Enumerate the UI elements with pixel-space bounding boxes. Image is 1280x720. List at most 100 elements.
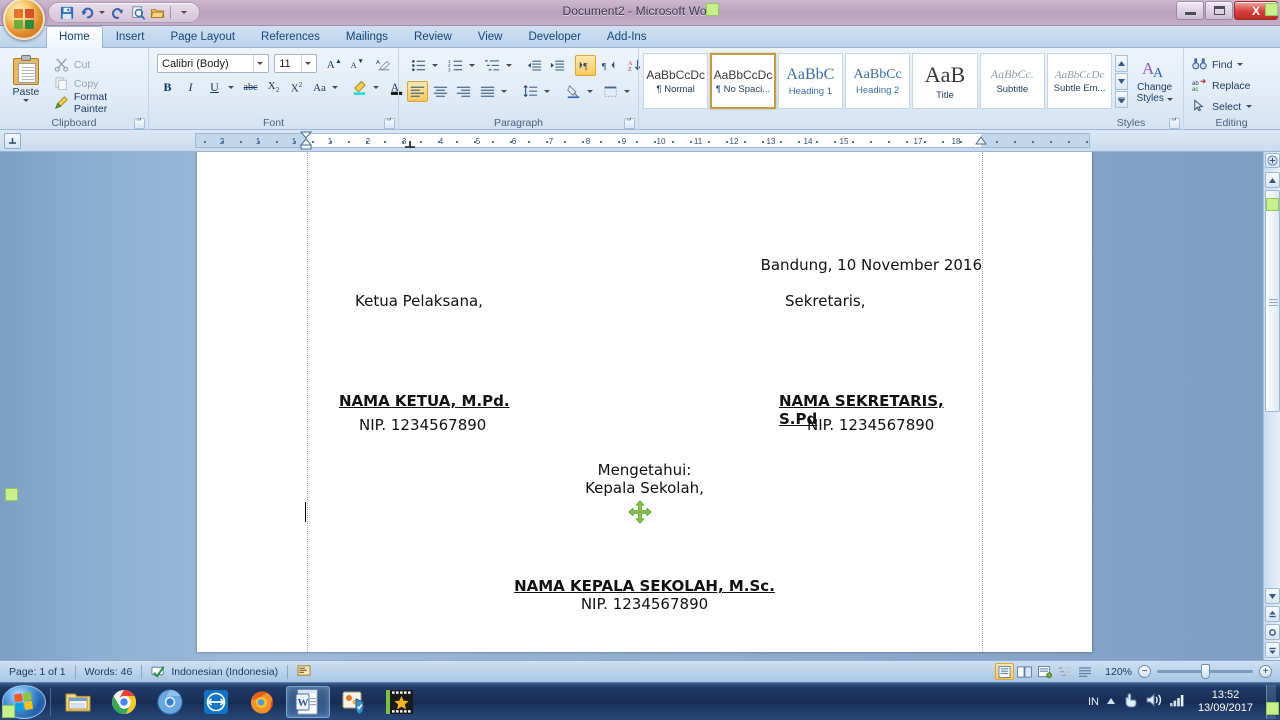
- tab-home[interactable]: Home: [46, 26, 103, 48]
- justify-split[interactable]: [476, 80, 511, 103]
- scroll-down-button[interactable]: [1265, 588, 1280, 604]
- zoom-out-button[interactable]: −: [1138, 665, 1151, 678]
- borders-button[interactable]: [600, 81, 621, 102]
- shading-split[interactable]: [562, 80, 597, 103]
- styles-dialog-launcher[interactable]: [1169, 118, 1180, 129]
- tab-page-layout[interactable]: Page Layout: [157, 26, 248, 47]
- clear-formatting-button[interactable]: A: [373, 53, 394, 74]
- format-painter-button[interactable]: Format Painter: [52, 94, 144, 111]
- styles-more-icon[interactable]: [1115, 91, 1128, 108]
- status-proofing[interactable]: Indonesian (Indonesia): [142, 661, 287, 682]
- strikethrough-button[interactable]: abc: [240, 77, 261, 98]
- align-right-button[interactable]: [453, 81, 474, 102]
- cut-button[interactable]: Cut: [52, 56, 144, 73]
- change-case-button[interactable]: Aa: [310, 77, 329, 98]
- line-spacing-dropdown-icon[interactable]: [541, 81, 553, 102]
- font-size-dropdown-icon[interactable]: [301, 55, 314, 72]
- horizontal-ruler[interactable]: 2111234567891011121314151718: [0, 130, 1280, 152]
- select-browse-object-icon[interactable]: [1265, 153, 1280, 168]
- multilevel-dropdown-icon[interactable]: [503, 55, 515, 76]
- tab-review[interactable]: Review: [401, 26, 465, 47]
- document-canvas[interactable]: Bandung, 10 November 2016 Ketua Pelaksan…: [0, 152, 1280, 660]
- styles-scroll-down-icon[interactable]: [1115, 73, 1128, 90]
- change-case-dropdown-icon[interactable]: [329, 77, 341, 98]
- tab-stop-selector[interactable]: [4, 133, 21, 149]
- tab-insert[interactable]: Insert: [103, 26, 158, 47]
- zoom-slider-track[interactable]: [1157, 670, 1253, 673]
- paragraph-dialog-launcher[interactable]: [624, 118, 635, 129]
- text-highlight-button[interactable]: [349, 77, 370, 98]
- underline-dropdown-icon[interactable]: [225, 77, 237, 98]
- select-browse-object-button[interactable]: [1265, 624, 1280, 640]
- multilevel-list-button[interactable]: [482, 55, 503, 76]
- bold-button[interactable]: B: [157, 77, 178, 98]
- tab-stop-marker[interactable]: [404, 140, 416, 150]
- subscript-button[interactable]: X2: [263, 77, 284, 98]
- taskbar-teamviewer[interactable]: [194, 686, 238, 718]
- borders-split[interactable]: [599, 80, 634, 103]
- shading-dropdown-icon[interactable]: [584, 81, 596, 102]
- align-center-button[interactable]: [430, 81, 451, 102]
- decrease-indent-button[interactable]: [524, 55, 545, 76]
- status-page-number[interactable]: Page: 1 of 1: [0, 661, 75, 682]
- rtl-text-direction-button[interactable]: ¶: [598, 55, 619, 76]
- scroll-up-button[interactable]: [1265, 172, 1280, 188]
- style-subtle-emphasis[interactable]: AaBbCcDc Subtle Em...: [1047, 53, 1112, 109]
- taskbar-google-chrome[interactable]: [102, 686, 146, 718]
- minimize-button[interactable]: [1176, 1, 1204, 20]
- shrink-font-button[interactable]: A▼: [346, 53, 367, 74]
- tray-volume-icon[interactable]: [1146, 693, 1162, 710]
- indent-marker-left[interactable]: [300, 131, 312, 151]
- style-heading-1[interactable]: AaBbC Heading 1: [778, 53, 843, 109]
- style-subtitle[interactable]: AaBbCc. Subtitle: [980, 53, 1045, 109]
- taskbar-chromium[interactable]: [148, 686, 192, 718]
- highlight-dropdown-icon[interactable]: [370, 77, 382, 98]
- web-layout-view-button[interactable]: [1035, 663, 1054, 680]
- font-name-combo[interactable]: Calibri (Body): [157, 54, 269, 73]
- taskbar-mozilla-firefox[interactable]: [240, 686, 284, 718]
- paste-button[interactable]: Paste: [4, 53, 48, 111]
- draft-view-button[interactable]: [1075, 663, 1094, 680]
- tray-action-center-icon[interactable]: [1123, 692, 1139, 711]
- change-case-split[interactable]: Aa: [309, 76, 342, 99]
- bullets-button[interactable]: [408, 55, 429, 76]
- maximize-button[interactable]: [1205, 1, 1233, 20]
- next-page-button[interactable]: [1265, 642, 1280, 658]
- office-button[interactable]: [3, 0, 45, 40]
- align-left-button[interactable]: [407, 81, 428, 102]
- clipboard-dialog-launcher[interactable]: [134, 118, 145, 129]
- numbering-split[interactable]: 123: [444, 54, 479, 77]
- scrollbar-thumb[interactable]: [1265, 190, 1280, 412]
- line-spacing-button[interactable]: [520, 81, 541, 102]
- replace-button[interactable]: abac Replace: [1188, 76, 1275, 95]
- font-size-combo[interactable]: 11: [274, 54, 317, 73]
- select-button[interactable]: Select: [1188, 97, 1275, 116]
- numbering-dropdown-icon[interactable]: [466, 55, 478, 76]
- shading-button[interactable]: [563, 81, 584, 102]
- font-name-dropdown-icon[interactable]: [253, 55, 266, 72]
- tab-add-ins[interactable]: Add-Ins: [594, 26, 660, 47]
- grow-font-button[interactable]: A▲: [323, 53, 344, 74]
- print-layout-view-button[interactable]: [995, 663, 1014, 680]
- tray-network-icon[interactable]: [1169, 693, 1185, 710]
- status-word-count[interactable]: Words: 46: [76, 661, 142, 682]
- indent-marker-right[interactable]: [975, 136, 987, 150]
- document-body[interactable]: Bandung, 10 November 2016 Ketua Pelaksan…: [307, 152, 982, 613]
- taskbar-microsoft-word[interactable]: W: [286, 686, 330, 718]
- copy-button[interactable]: Copy: [52, 75, 144, 92]
- superscript-button[interactable]: X2: [286, 77, 307, 98]
- font-dialog-launcher[interactable]: [384, 118, 395, 129]
- ruler-scale[interactable]: 2111234567891011121314151718: [195, 133, 1090, 148]
- tab-view[interactable]: View: [465, 26, 516, 47]
- full-screen-reading-view-button[interactable]: [1015, 663, 1034, 680]
- document-page[interactable]: Bandung, 10 November 2016 Ketua Pelaksan…: [197, 152, 1092, 652]
- zoom-level-label[interactable]: 120%: [1102, 666, 1132, 678]
- bullets-dropdown-icon[interactable]: [429, 55, 441, 76]
- outline-view-button[interactable]: [1055, 663, 1074, 680]
- style-heading-2[interactable]: AaBbCc Heading 2: [845, 53, 910, 109]
- tray-language-indicator[interactable]: IN: [1088, 696, 1099, 708]
- style-no-spacing[interactable]: AaBbCcDc ¶ No Spaci...: [710, 53, 775, 109]
- taskbar-antivirus[interactable]: [332, 686, 376, 718]
- underline-button[interactable]: U: [204, 77, 225, 98]
- underline-split[interactable]: U: [203, 76, 238, 99]
